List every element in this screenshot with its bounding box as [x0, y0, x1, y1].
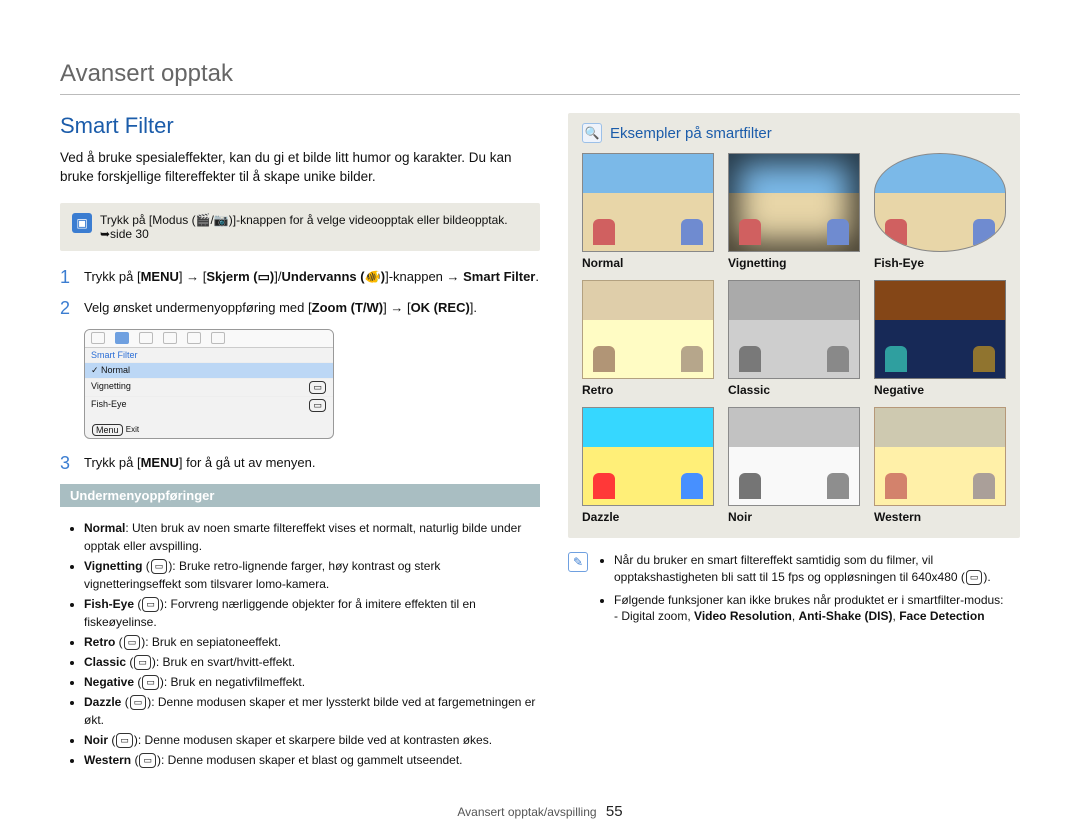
filter-icon: ▭: [142, 597, 159, 613]
step-body: Trykk på [MENU] → [Skjerm (▭)]/Undervann…: [84, 267, 540, 288]
screenshot-tabbar: [85, 330, 333, 348]
right-column: 🔍 Eksempler på smartfilter Normal Vignet…: [568, 113, 1020, 781]
right-notes-list: Når du bruker en smart filtereffekt samt…: [596, 552, 1020, 631]
thumb-caption: Negative: [874, 383, 1006, 397]
thumb-caption: Dazzle: [582, 510, 714, 524]
steps-list: 1 Trykk på [MENU] → [Skjerm (▭)]/Underva…: [60, 267, 540, 319]
page-number: 55: [606, 803, 623, 820]
thumb-caption: Classic: [728, 383, 860, 397]
thumb-negative: Negative: [874, 280, 1006, 397]
thumb-normal: Normal: [582, 153, 714, 270]
tab-icon: [91, 332, 105, 344]
pencil-note-icon: ✎: [568, 552, 588, 572]
thumb-caption: Vignetting: [728, 256, 860, 270]
note-text: Trykk på [Modus (🎬/📷)]-knappen for å vel…: [100, 213, 528, 241]
step-body: Trykk på [MENU] for å gå ut av menyen.: [84, 453, 540, 474]
submenu-item: Classic (▭): Bruk en svart/hvitt-effekt.: [84, 653, 540, 671]
submenu-item: Fish-Eye (▭): Forvreng nærliggende objek…: [84, 595, 540, 631]
step-number: 3: [60, 453, 74, 474]
examples-header: 🔍 Eksempler på smartfilter: [582, 123, 1006, 143]
submenu-item: Normal: Uten bruk av noen smarte filtere…: [84, 519, 540, 555]
thumb-caption: Western: [874, 510, 1006, 524]
thumb-fisheye: Fish-Eye: [874, 153, 1006, 270]
thumb-caption: Fish-Eye: [874, 256, 1006, 270]
res-icon: ▭: [966, 570, 983, 585]
thumb-caption: Noir: [728, 510, 860, 524]
thumb-classic: Classic: [728, 280, 860, 397]
submenu-item: Dazzle (▭): Denne modusen skaper et mer …: [84, 693, 540, 729]
row-icon: ▭: [309, 399, 326, 412]
section-title: Smart Filter: [60, 113, 540, 139]
screenshot-row: Vignetting▭: [85, 378, 333, 396]
thumb-image: [582, 407, 714, 506]
left-column: Smart Filter Ved å bruke spesialeffekter…: [60, 113, 540, 781]
thumb-vignette: Vignetting: [728, 153, 860, 270]
screenshot-row-selected: ✓ Normal: [85, 362, 333, 378]
step: 3 Trykk på [MENU] for å gå ut av menyen.: [60, 453, 540, 474]
submenu-list: Normal: Uten bruk av noen smarte filtere…: [60, 519, 540, 769]
filter-icon: ▭: [134, 655, 151, 671]
submenu-item: Vignetting (▭): Bruke retro-lignende far…: [84, 557, 540, 593]
step-number: 1: [60, 267, 74, 288]
thumb-image: [582, 153, 714, 252]
breadcrumb: Avansert opptak: [60, 60, 233, 87]
examples-box: 🔍 Eksempler på smartfilter Normal Vignet…: [568, 113, 1020, 538]
step-body: Velg ønsket undermenyoppføring med [Zoom…: [84, 298, 540, 319]
screenshot-heading: Smart Filter: [85, 348, 333, 362]
step-number: 2: [60, 298, 74, 319]
row-icon: ▭: [309, 381, 326, 394]
page-footer: Avansert opptak/avspilling 55: [60, 803, 1020, 820]
thumb-dazzle: Dazzle: [582, 407, 714, 524]
thumb-image: [582, 280, 714, 379]
thumb-image: [874, 153, 1006, 252]
right-note-item: Følgende funksjoner kan ikke brukes når …: [614, 592, 1020, 626]
examples-title: Eksempler på smartfilter: [610, 125, 772, 142]
thumb-retro: Retro: [582, 280, 714, 397]
thumb-image: [728, 407, 860, 506]
intro-text: Ved å bruke spesialeffekter, kan du gi e…: [60, 149, 540, 187]
thumb-noir: Noir: [728, 407, 860, 524]
thumb-western: Western: [874, 407, 1006, 524]
submenu-item: Negative (▭): Bruk en negativfilmeffekt.: [84, 673, 540, 691]
thumb-image: [728, 153, 860, 252]
thumb-caption: Normal: [582, 256, 714, 270]
two-columns: Smart Filter Ved å bruke spesialeffekter…: [60, 113, 1020, 781]
mode-note-box: ▣ Trykk på [Modus (🎬/📷)]-knappen for å v…: [60, 203, 540, 251]
right-note-item: Når du bruker en smart filtereffekt samt…: [614, 552, 1020, 586]
thumb-image: [874, 407, 1006, 506]
tab-icon-active: [115, 332, 129, 344]
thumb-caption: Retro: [582, 383, 714, 397]
step: 2 Velg ønsket undermenyoppføring med [Zo…: [60, 298, 540, 319]
filter-icon: ▭: [151, 559, 168, 575]
tab-icon: [211, 332, 225, 344]
magnifier-icon: 🔍: [582, 123, 602, 143]
screenshot-footer: Menu Exit: [91, 424, 139, 436]
submenu-header: Undermenyoppføringer: [60, 484, 540, 507]
thumb-image: [728, 280, 860, 379]
screenshot-row: Fish-Eye▭: [85, 396, 333, 414]
filter-icon: ▭: [116, 733, 133, 749]
filter-icon: ▭: [142, 675, 159, 691]
camera-ui-screenshot: Smart Filter ✓ Normal Vignetting▭ Fish-E…: [84, 329, 334, 439]
submenu-item: Retro (▭): Bruk en sepiatoneeffekt.: [84, 633, 540, 651]
filter-icon: ▭: [130, 695, 147, 711]
submenu-item: Western (▭): Denne modusen skaper et bla…: [84, 751, 540, 769]
submenu-item: Noir (▭): Denne modusen skaper et skarpe…: [84, 731, 540, 749]
filter-icon: ▭: [139, 753, 156, 769]
thumbnail-grid: Normal Vignetting Fish-Eye Retro Classic…: [582, 153, 1006, 524]
filter-icon: ▭: [124, 635, 141, 651]
tab-icon: [163, 332, 177, 344]
right-notes: ✎ Når du bruker en smart filtereffekt sa…: [568, 552, 1020, 631]
menu-badge: Menu: [92, 424, 123, 436]
footer-label: Avansert opptak/avspilling: [457, 805, 596, 819]
tab-icon: [187, 332, 201, 344]
step: 1 Trykk på [MENU] → [Skjerm (▭)]/Underva…: [60, 267, 540, 288]
step-3-slot: 3 Trykk på [MENU] for å gå ut av menyen.: [60, 453, 540, 474]
note-icon: ▣: [72, 213, 92, 233]
thumb-image: [874, 280, 1006, 379]
page-header: Avansert opptak: [60, 60, 1020, 95]
tab-icon: [139, 332, 153, 344]
